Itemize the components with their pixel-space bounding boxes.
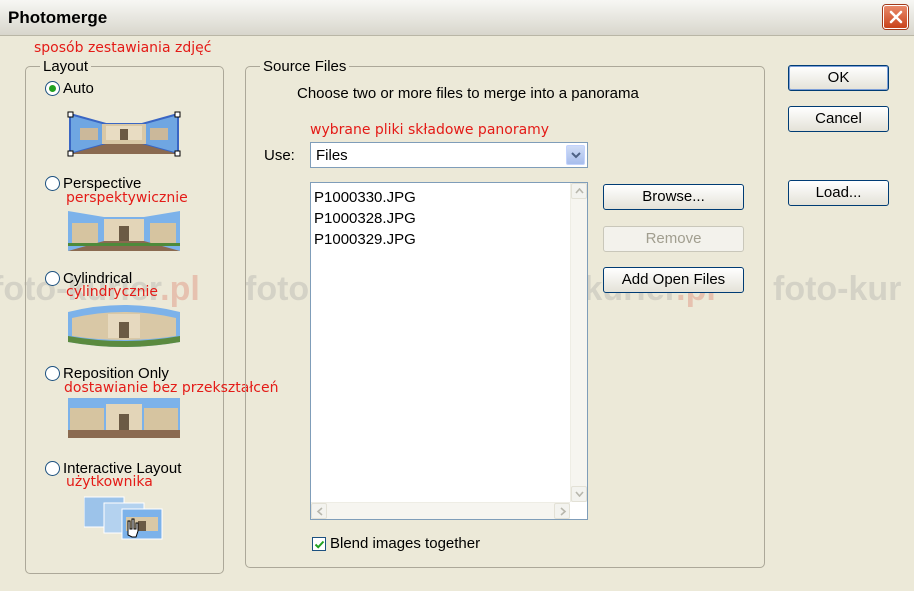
layout-legend: Layout <box>43 58 89 75</box>
files-annotation: wybrane pliki składowe panoramy <box>310 122 550 138</box>
use-label: Use: <box>264 147 295 164</box>
radio-button[interactable] <box>45 81 60 96</box>
add-open-files-button[interactable]: Add Open Files <box>603 267 744 293</box>
checkmark-icon <box>314 540 325 549</box>
cylindrical-thumbnail <box>68 305 180 347</box>
title-bar: Photomerge <box>0 0 914 36</box>
scroll-left-button[interactable] <box>311 503 327 519</box>
radio-button[interactable] <box>45 271 60 286</box>
chevron-right-icon <box>560 507 567 516</box>
use-dropdown[interactable]: Files <box>310 142 588 168</box>
list-item[interactable]: P1000328.JPG <box>314 208 416 229</box>
source-files-list[interactable]: P1000330.JPG P1000328.JPG P1000329.JPG <box>310 182 588 520</box>
source-files-legend: Source Files <box>263 58 347 75</box>
cancel-button[interactable]: Cancel <box>788 106 889 132</box>
perspective-annotation: perspektywicznie <box>66 190 188 206</box>
load-button[interactable]: Load... <box>788 180 889 206</box>
perspective-thumbnail <box>68 211 180 251</box>
horizontal-scrollbar[interactable] <box>311 502 570 519</box>
scroll-up-button[interactable] <box>571 183 587 199</box>
use-dropdown-value: Files <box>316 147 348 164</box>
list-item[interactable]: P1000329.JPG <box>314 229 416 250</box>
blend-checkbox[interactable] <box>312 537 326 551</box>
remove-button[interactable]: Remove <box>603 226 744 252</box>
radio-button[interactable] <box>45 366 60 381</box>
cylindrical-annotation: cylindrycznie <box>66 284 158 300</box>
auto-layout-thumbnail <box>67 111 181 157</box>
radio-label: Auto <box>63 80 94 97</box>
radio-button[interactable] <box>45 461 60 476</box>
scroll-right-button[interactable] <box>554 503 570 519</box>
watermark: foto-kur <box>773 270 902 308</box>
chevron-left-icon <box>316 507 323 516</box>
chevron-down-icon <box>571 152 581 159</box>
window-title: Photomerge <box>8 8 108 27</box>
radio-button[interactable] <box>45 176 60 191</box>
close-icon <box>889 10 903 24</box>
chevron-down-icon <box>575 491 584 497</box>
browse-button[interactable]: Browse... <box>603 184 744 210</box>
layout-annotation: sposób zestawiania zdjęć <box>34 40 212 56</box>
vertical-scrollbar[interactable] <box>570 183 587 502</box>
chevron-up-icon <box>575 188 584 194</box>
ok-button[interactable]: OK <box>788 65 889 91</box>
interactive-layout-thumbnail <box>84 496 163 540</box>
list-item[interactable]: P1000330.JPG <box>314 187 416 208</box>
interactive-annotation: użytkownika <box>66 474 153 490</box>
instruction-text: Choose two or more files to merge into a… <box>297 85 639 102</box>
dropdown-arrow-button[interactable] <box>566 145 585 165</box>
blend-label: Blend images together <box>330 535 481 552</box>
close-button[interactable] <box>883 5 908 29</box>
radio-auto[interactable]: Auto <box>45 80 94 97</box>
reposition-thumbnail <box>68 398 180 438</box>
scroll-down-button[interactable] <box>571 486 587 502</box>
